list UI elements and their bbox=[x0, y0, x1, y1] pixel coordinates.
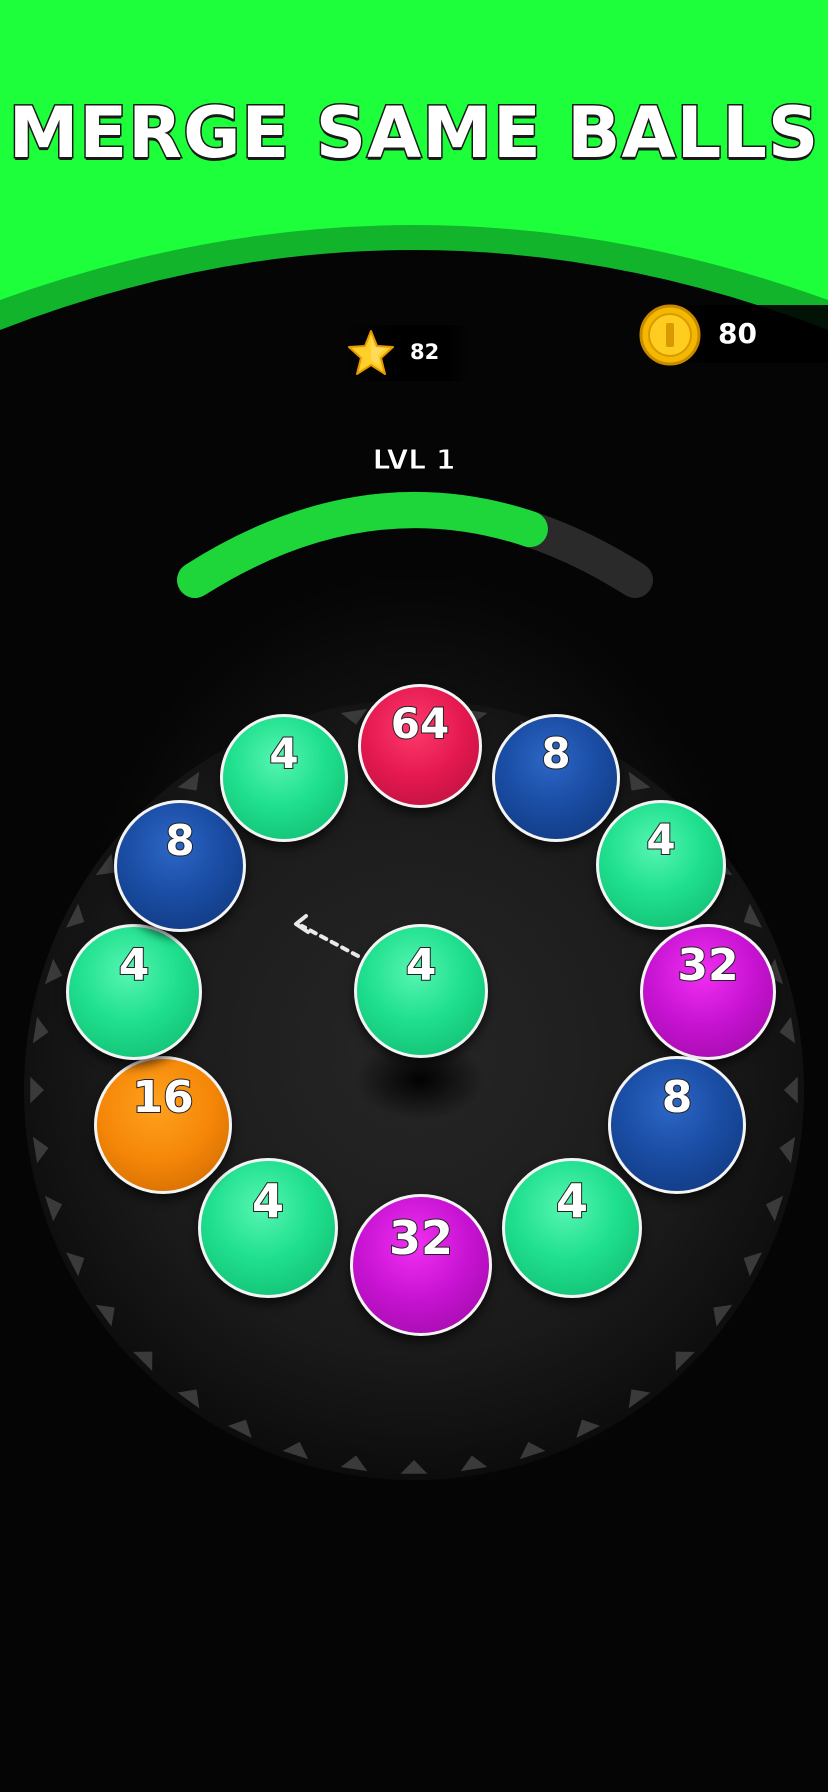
star-count: 82 bbox=[410, 340, 440, 364]
ring-ball: 4 bbox=[66, 924, 202, 1060]
game-screen: MERGE SAME BALLS 82 80 LVL 1 64 8 4 32 8… bbox=[0, 0, 828, 1792]
ring-ball: 4 bbox=[596, 800, 726, 930]
ring-ball: 4 bbox=[198, 1158, 338, 1298]
coin-icon bbox=[639, 304, 701, 366]
coin-count: 80 bbox=[718, 317, 757, 350]
ring-ball: 32 bbox=[640, 924, 776, 1060]
ring-ball: 32 bbox=[350, 1194, 492, 1336]
ring-ball: 4 bbox=[502, 1158, 642, 1298]
level-progress-bar bbox=[177, 492, 653, 598]
shooter-ball[interactable]: 4 bbox=[354, 924, 488, 1058]
star-icon bbox=[348, 330, 394, 375]
ring-ball: 4 bbox=[220, 714, 348, 842]
ring-ball: 16 bbox=[94, 1056, 232, 1194]
ring-ball: 8 bbox=[608, 1056, 746, 1194]
ring-ball: 8 bbox=[114, 800, 246, 932]
banner-title: MERGE SAME BALLS bbox=[7, 91, 820, 176]
ring-ball: 64 bbox=[358, 684, 482, 808]
